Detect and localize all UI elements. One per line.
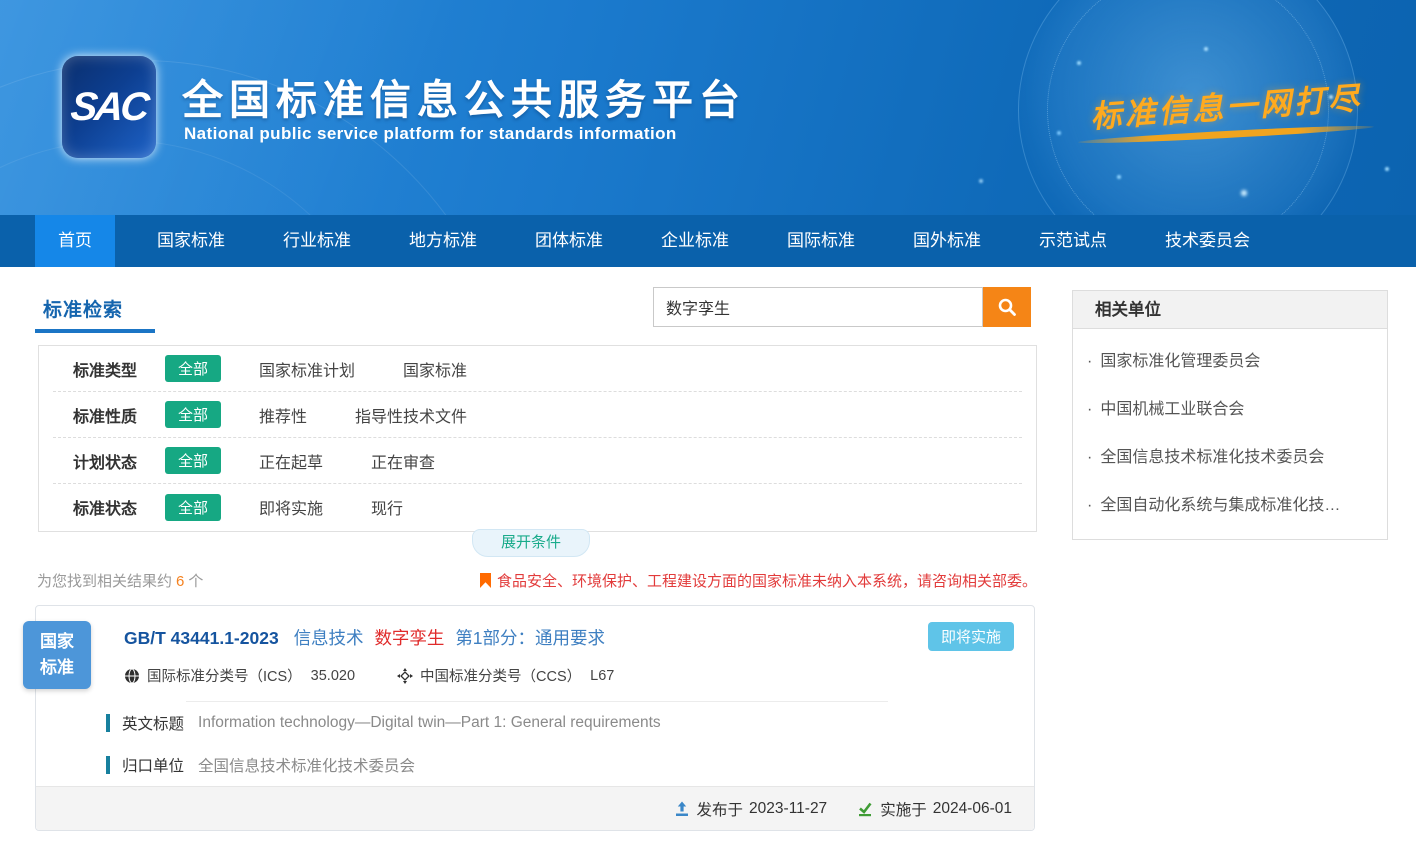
- filter-option[interactable]: 现行: [371, 495, 403, 519]
- search-input[interactable]: [653, 287, 983, 327]
- nav-item-technical-committee[interactable]: 技术委员会: [1149, 215, 1266, 267]
- site-subtitle: National public service platform for sta…: [184, 124, 677, 144]
- related-units-panel: 相关单位 国家标准化管理委员会 中国机械工业联合会 全国信息技术标准化技术委员会…: [1072, 290, 1388, 540]
- page: SAC 全国标准信息公共服务平台 National public service…: [0, 0, 1416, 845]
- published-label: 发布于: [697, 798, 744, 820]
- result-count-number: 6: [176, 573, 184, 590]
- ccs-value: L67: [590, 668, 614, 684]
- expand-conditions-button[interactable]: 展开条件: [472, 529, 590, 557]
- standard-title-seg: 信息技术: [294, 628, 364, 648]
- filter-option[interactable]: 国家标准: [403, 357, 467, 381]
- implemented-date-item: 实施于 2024-06-01: [857, 798, 1012, 820]
- filter-option[interactable]: 正在审查: [371, 449, 435, 473]
- result-count: 为您找到相关结果约6个: [37, 570, 203, 591]
- filter-row-standard-status: 标准状态 全部 即将实施 现行: [53, 484, 1022, 530]
- search-button[interactable]: [983, 287, 1031, 327]
- card-head: GB/T 43441.1-2023 信息技术 数字孪生 第1部分：通用要求 即将…: [36, 606, 1034, 702]
- page-title: 标准检索: [43, 295, 123, 322]
- check-icon: [857, 801, 873, 817]
- status-badge: 即将实施: [928, 622, 1014, 651]
- published-date: 2023-11-27: [749, 800, 827, 818]
- sac-logo[interactable]: SAC: [62, 56, 156, 158]
- row-accent-bar: [106, 756, 110, 774]
- sac-logo-text: SAC: [69, 85, 149, 130]
- bookmark-icon: [480, 573, 491, 588]
- filter-row-standard-type: 标准类型 全部 国家标准计划 国家标准: [53, 346, 1022, 392]
- nav-item-home[interactable]: 首页: [35, 215, 115, 267]
- related-unit-link[interactable]: 国家标准化管理委员会: [1073, 335, 1387, 383]
- filter-all-button[interactable]: 全部: [165, 447, 221, 474]
- filter-label: 标准类型: [73, 357, 165, 381]
- ccs-label: 中国标准分类号（CCS）: [420, 665, 581, 686]
- filter-box: 标准类型 全部 国家标准计划 国家标准 标准性质 全部 推荐性 指导性技术文件 …: [38, 345, 1037, 532]
- published-date-item: 发布于 2023-11-27: [674, 798, 828, 820]
- filter-all-button[interactable]: 全部: [165, 355, 221, 382]
- card-footer: 发布于 2023-11-27 实施于 2024-06-01: [36, 786, 1034, 830]
- ics-value: 35.020: [311, 668, 355, 684]
- implemented-label: 实施于: [880, 798, 927, 820]
- classification-meta: 国际标准分类号（ICS） 35.020 中国标准分类号（CCS） L67: [124, 665, 904, 686]
- result-count-suffix: 个: [188, 573, 203, 590]
- nav-item-local-standards[interactable]: 地方标准: [393, 215, 493, 267]
- filter-option[interactable]: 正在起草: [259, 449, 323, 473]
- site-title: 全国标准信息公共服务平台: [182, 66, 746, 126]
- system-notice: 食品安全、环境保护、工程建设方面的国家标准未纳入本系统，请咨询相关部委。: [480, 570, 1037, 591]
- content: 标准检索 标准类型 全部 国家标准计划 国家标准 标准性质: [0, 267, 1416, 845]
- row-label: 归口单位: [122, 754, 184, 776]
- notice-text: 食品安全、环境保护、工程建设方面的国家标准未纳入本系统，请咨询相关部委。: [497, 570, 1037, 591]
- row-label: 英文标题: [122, 712, 184, 734]
- filter-all-button[interactable]: 全部: [165, 401, 221, 428]
- result-count-prefix: 为您找到相关结果约: [37, 573, 172, 590]
- english-title-row: 英文标题 Information technology—Digital twin…: [106, 702, 1034, 744]
- standard-title-seg: 第1部分：通用要求: [455, 628, 605, 648]
- filter-option[interactable]: 即将实施: [259, 495, 323, 519]
- nav-item-industry-standards[interactable]: 行业标准: [267, 215, 367, 267]
- badge-line: 国家: [40, 629, 74, 655]
- site-header: SAC 全国标准信息公共服务平台 National public service…: [0, 0, 1416, 215]
- upload-icon: [674, 801, 690, 817]
- title-underline: [35, 329, 155, 333]
- related-units-list: 国家标准化管理委员会 中国机械工业联合会 全国信息技术标准化技术委员会 全国自动…: [1073, 329, 1387, 539]
- globe-icon: [124, 668, 140, 684]
- nav-item-enterprise-standards[interactable]: 企业标准: [645, 215, 745, 267]
- committee-row: 归口单位 全国信息技术标准化技术委员会: [106, 744, 1034, 786]
- row-value: 全国信息技术标准化技术委员会: [198, 754, 415, 776]
- filter-option[interactable]: 推荐性: [259, 403, 307, 427]
- filter-all-button[interactable]: 全部: [165, 494, 221, 521]
- standard-title-highlight: 数字孪生: [374, 628, 444, 648]
- result-info-row: 为您找到相关结果约6个 食品安全、环境保护、工程建设方面的国家标准未纳入本系统，…: [37, 570, 1037, 591]
- main-column: 标准检索 标准类型 全部 国家标准计划 国家标准 标准性质: [35, 267, 1037, 845]
- search-icon: [997, 297, 1017, 317]
- filter-row-plan-status: 计划状态 全部 正在起草 正在审查: [53, 438, 1022, 484]
- filter-label: 标准性质: [73, 403, 165, 427]
- nav-item-foreign-standards[interactable]: 国外标准: [897, 215, 997, 267]
- filter-option[interactable]: 国家标准计划: [259, 357, 355, 381]
- related-units-title: 相关单位: [1073, 291, 1387, 329]
- nav-item-national-standards[interactable]: 国家标准: [141, 215, 241, 267]
- row-accent-bar: [106, 714, 110, 732]
- divider: [186, 701, 888, 702]
- row-value: Information technology—Digital twin—Part…: [198, 714, 661, 732]
- badge-line: 标准: [40, 655, 74, 681]
- nav-item-group-standards[interactable]: 团体标准: [519, 215, 619, 267]
- filter-option[interactable]: 指导性技术文件: [355, 403, 467, 427]
- nav-list: 首页 国家标准 行业标准 地方标准 团体标准 企业标准 国际标准 国外标准 示范…: [0, 215, 1416, 267]
- nav-item-international-standards[interactable]: 国际标准: [771, 215, 871, 267]
- ics-label: 国际标准分类号（ICS）: [147, 665, 302, 686]
- main-nav: 首页 国家标准 行业标准 地方标准 团体标准 企业标准 国际标准 国外标准 示范…: [0, 215, 1416, 267]
- standard-type-badge: 国家 标准: [23, 621, 91, 689]
- standard-title-link[interactable]: GB/T 43441.1-2023 信息技术 数字孪生 第1部分：通用要求: [124, 625, 904, 650]
- related-unit-link[interactable]: 全国自动化系统与集成标准化技…: [1073, 479, 1387, 527]
- nav-item-pilot[interactable]: 示范试点: [1023, 215, 1123, 267]
- decor-stars: [0, 0, 2, 2]
- standard-code: GB/T 43441.1-2023: [124, 628, 279, 648]
- filter-label: 计划状态: [73, 449, 165, 473]
- related-unit-link[interactable]: 中国机械工业联合会: [1073, 383, 1387, 431]
- filter-label: 标准状态: [73, 495, 165, 519]
- implemented-date: 2024-06-01: [933, 800, 1012, 818]
- filter-row-standard-nature: 标准性质 全部 推荐性 指导性技术文件: [53, 392, 1022, 438]
- compass-icon: [397, 668, 413, 684]
- related-unit-link[interactable]: 全国信息技术标准化技术委员会: [1073, 431, 1387, 479]
- standard-result-card: 国家 标准 GB/T 43441.1-2023 信息技术 数字孪生 第1部分：通…: [35, 605, 1035, 831]
